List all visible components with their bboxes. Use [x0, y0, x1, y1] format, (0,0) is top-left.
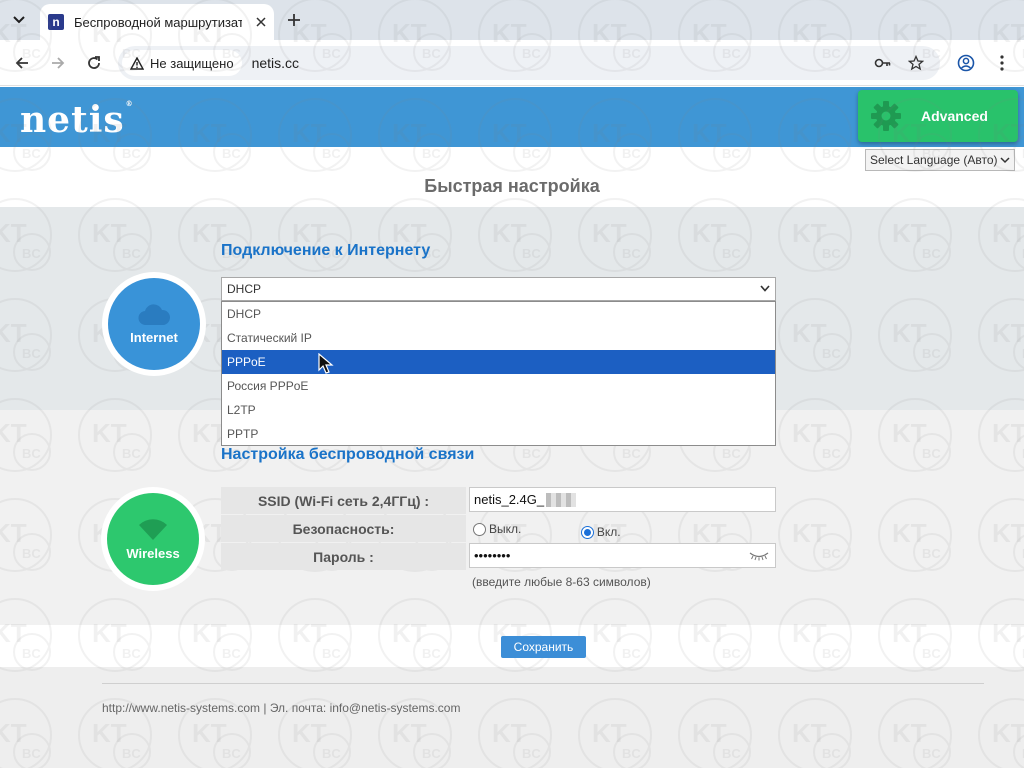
profile-icon[interactable]: [954, 51, 978, 75]
eye-closed-icon[interactable]: [749, 551, 769, 561]
option-l2tp[interactable]: L2TP: [222, 398, 775, 422]
password-hint: (введите любые 8-63 символов): [472, 575, 651, 589]
browser-tab-bar: n Беспроводной маршрутизатор: [0, 0, 1024, 40]
connection-type-value: DHCP: [227, 282, 262, 296]
radio-checked-icon: [580, 525, 594, 539]
ssid-row: SSID (Wi-Fi сеть 2,4ГГц) : netis_2.4G_: [221, 487, 776, 515]
radio-icon: [473, 522, 486, 536]
security-off-label: Выкл.: [489, 522, 522, 536]
save-button[interactable]: Сохранить: [501, 636, 586, 658]
browser-toolbar: Не защищено netis.cc: [0, 40, 1024, 86]
wireless-heading: Настройка беспроводной связи: [221, 446, 475, 463]
chevron-down-icon: [760, 285, 770, 292]
password-input[interactable]: ••••••••: [469, 543, 776, 568]
ssid-label: SSID (Wi-Fi сеть 2,4ГГц) :: [221, 487, 466, 514]
gear-icon: [871, 101, 901, 131]
back-icon[interactable]: [10, 51, 34, 75]
mouse-cursor-icon: [318, 353, 334, 374]
warning-icon: [130, 56, 144, 70]
netis-favicon-icon: n: [48, 14, 64, 30]
plus-icon[interactable]: [282, 8, 306, 32]
address-bar[interactable]: Не защищено netis.cc: [118, 46, 940, 80]
security-label: Безопасность:: [221, 515, 466, 542]
wireless-circle: Wireless: [101, 487, 205, 591]
reload-icon[interactable]: [82, 51, 106, 75]
close-icon[interactable]: [256, 14, 266, 30]
url-text[interactable]: netis.cc: [252, 55, 299, 71]
option-pptp[interactable]: PPTP: [222, 422, 775, 446]
internet-heading: Подключение к Интернету: [221, 242, 431, 259]
option-pppoe[interactable]: PPPoE: [222, 350, 775, 374]
option-static-ip[interactable]: Статический IP: [222, 326, 775, 350]
option-russia-pppoe[interactable]: Россия PPPoE: [222, 374, 775, 398]
password-value: ••••••••: [474, 548, 511, 563]
security-row: Безопасность: Выкл. Вкл.: [221, 515, 776, 543]
option-dhcp[interactable]: DHCP: [222, 302, 775, 326]
language-select-value: Select Language (Авто): [870, 153, 998, 167]
footer-divider: [102, 683, 984, 684]
security-chip[interactable]: Не защищено: [122, 50, 242, 76]
advanced-label: Advanced: [921, 108, 988, 124]
star-icon[interactable]: [907, 54, 925, 72]
security-on-radio[interactable]: Вкл.: [580, 525, 621, 539]
language-select[interactable]: Select Language (Авто): [865, 149, 1015, 171]
redacted-blur: [546, 492, 577, 507]
tab-title: Беспроводной маршрутизатор: [74, 14, 242, 30]
connection-type-dropdown: DHCP Статический IP PPPoE Россия PPPoE L…: [221, 301, 776, 446]
internet-circle-label: Internet: [130, 329, 178, 345]
password-label: Пароль :: [221, 543, 466, 570]
wireless-form: SSID (Wi-Fi сеть 2,4ГГц) : netis_2.4G_ Б…: [221, 487, 776, 571]
security-off-radio[interactable]: Выкл.: [473, 522, 521, 536]
page-title: Быстрая настройка: [424, 176, 600, 196]
wifi-icon: [139, 518, 167, 540]
tab-menu-icon[interactable]: [6, 7, 32, 33]
ssid-input[interactable]: netis_2.4G_: [469, 487, 776, 512]
footer-text: http://www.netis-systems.com | Эл. почта…: [102, 701, 461, 715]
forward-icon[interactable]: [46, 51, 70, 75]
chevron-down-icon: [1000, 157, 1010, 164]
browser-tab[interactable]: n Беспроводной маршрутизатор: [40, 4, 274, 40]
connection-type-select[interactable]: DHCP: [221, 277, 776, 301]
cloud-icon: [138, 303, 170, 325]
netis-logo[interactable]: netis®: [20, 99, 134, 141]
wireless-circle-label: Wireless: [126, 545, 180, 561]
advanced-button[interactable]: Advanced: [858, 90, 1018, 142]
internet-circle: Internet: [102, 272, 206, 376]
security-label: Не защищено: [150, 55, 234, 71]
kebab-menu-icon[interactable]: [990, 51, 1014, 75]
security-on-label: Вкл.: [596, 525, 621, 539]
ssid-value: netis_2.4G_: [474, 492, 545, 507]
key-icon[interactable]: [874, 54, 892, 72]
password-row: Пароль : ••••••••: [221, 543, 776, 571]
